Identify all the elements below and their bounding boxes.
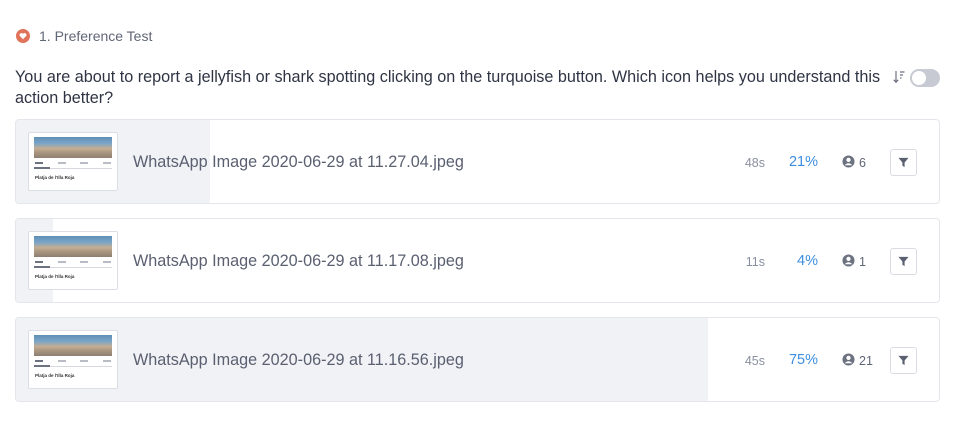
thumbnail-photo (34, 236, 112, 257)
result-row[interactable]: Platja de l'Illa Roja WhatsApp Image 202… (15, 317, 940, 402)
toggle-knob (912, 71, 926, 85)
filter-button[interactable] (890, 248, 917, 275)
thumbnail-caption: Platja de l'Illa Roja (35, 274, 75, 279)
question-text: You are about to report a jellyfish or s… (15, 68, 881, 107)
thumbnail-photo (34, 137, 112, 158)
filter-icon (898, 157, 909, 168)
thumbnail[interactable]: Platja de l'Illa Roja (28, 330, 118, 389)
sort-descending-icon[interactable] (893, 70, 905, 84)
percentage: 75% (788, 352, 818, 368)
user-count: 1 (859, 255, 866, 269)
thumbnail-caption: Platja de l'Illa Roja (35, 373, 75, 378)
file-name: WhatsApp Image 2020-06-29 at 11.27.04.jp… (133, 153, 464, 171)
file-name: WhatsApp Image 2020-06-29 at 11.17.08.jp… (133, 252, 464, 270)
test-header: 1. Preference Test (16, 28, 152, 44)
thumbnail[interactable]: Platja de l'Illa Roja (28, 132, 118, 191)
percentage: 4% (797, 253, 818, 269)
results-list: Platja de l'Illa Roja WhatsApp Image 202… (15, 119, 940, 416)
user-icon (842, 353, 855, 366)
filter-icon (898, 355, 909, 366)
user-count: 21 (859, 354, 873, 368)
user-icon (842, 155, 855, 168)
toggle-switch[interactable] (910, 69, 940, 87)
percentage: 21% (788, 154, 818, 170)
user-count: 6 (859, 156, 866, 170)
thumbnail[interactable]: Platja de l'Illa Roja (28, 231, 118, 290)
filter-button[interactable] (890, 149, 917, 176)
heart-icon (16, 29, 30, 43)
time-spent: 48s (744, 156, 765, 170)
user-icon (842, 254, 855, 267)
time-spent: 11s (745, 255, 765, 269)
test-title: 1. Preference Test (39, 28, 153, 44)
result-row[interactable]: Platja de l'Illa Roja WhatsApp Image 202… (15, 119, 940, 204)
file-name: WhatsApp Image 2020-06-29 at 11.16.56.jp… (133, 351, 464, 369)
thumbnail-caption: Platja de l'Illa Roja (35, 175, 75, 180)
result-row[interactable]: Platja de l'Illa Roja WhatsApp Image 202… (15, 218, 940, 303)
thumbnail-photo (34, 335, 112, 356)
filter-button[interactable] (890, 347, 917, 374)
filter-icon (898, 256, 909, 267)
time-spent: 45s (744, 354, 765, 368)
